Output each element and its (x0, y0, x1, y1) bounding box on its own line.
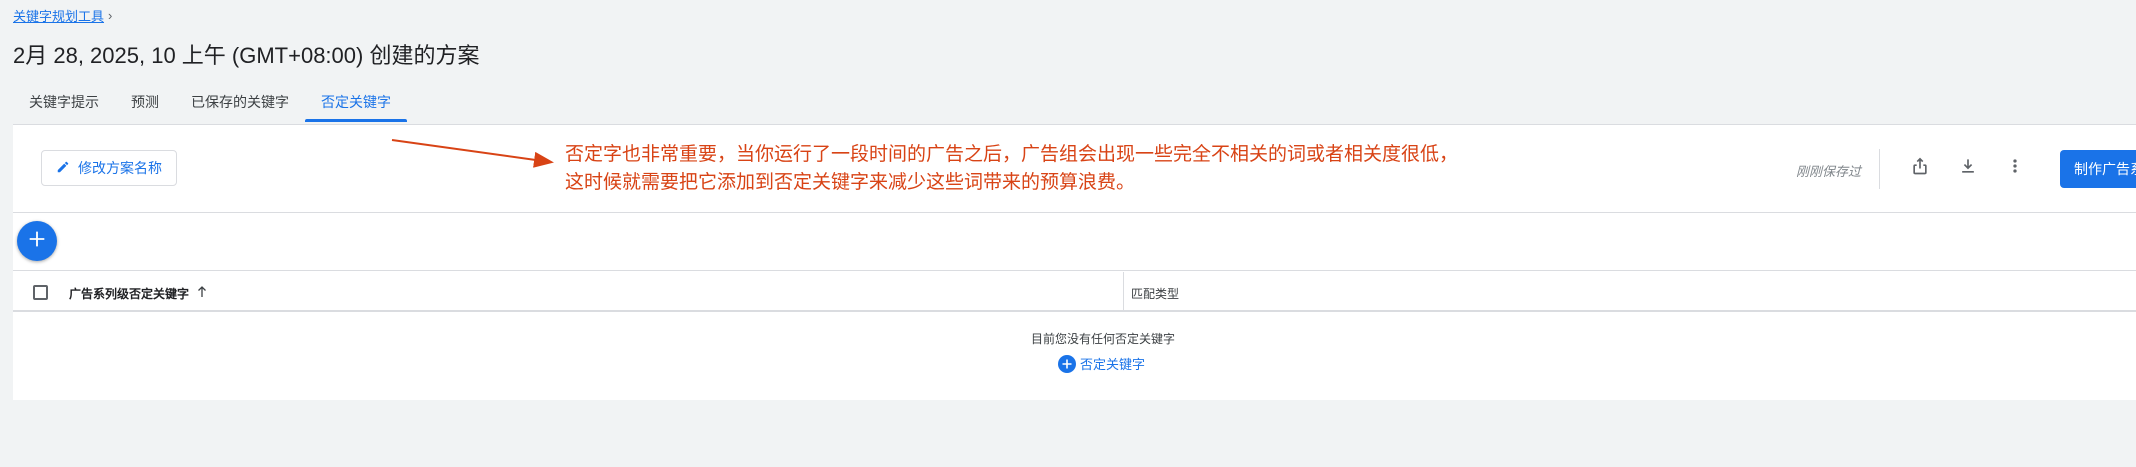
more-vert-icon (2005, 156, 2025, 181)
table-header: 广告系列级否定关键字 匹配类型 (13, 272, 2136, 312)
annotation-arrow-icon (391, 139, 554, 168)
column-header-match-type[interactable]: 匹配类型 (1131, 285, 1179, 302)
download-button[interactable] (1951, 151, 1985, 185)
create-campaign-button[interactable]: 制作广告系 (2060, 150, 2136, 188)
annotation-line-1: 否定字也非常重要，当你运行了一段时间的广告之后，广告组会出现一些完全不相关的词或… (565, 143, 1459, 165)
arrow-up-icon (197, 286, 207, 301)
tab-bar: 关键字提示 预测 已保存的关键字 否定关键字 (13, 86, 407, 122)
tab-saved-keywords[interactable]: 已保存的关键字 (175, 86, 305, 122)
annotation-line-2: 这时候就需要把它添加到否定关键字来减少这些词带来的预算浪费。 (565, 171, 1136, 193)
empty-state-message: 目前您没有任何否定关键字 (1031, 332, 1176, 346)
download-icon (1958, 156, 1978, 181)
annotation-note: 否定字也非常重要，当你运行了一段时间的广告之后，广告组会出现一些完全不相关的词或… (565, 140, 1458, 196)
add-area (13, 213, 2136, 271)
chevron-right-icon: › (108, 8, 113, 23)
tab-negative-keywords[interactable]: 否定关键字 (305, 86, 407, 122)
breadcrumb: 关键字规划工具 › (13, 6, 112, 25)
column-divider (1123, 272, 1124, 312)
column-label: 广告系列级否定关键字 (69, 287, 190, 301)
empty-add-label: 否定关键字 (1080, 357, 1146, 372)
pencil-icon (56, 160, 70, 177)
tab-keyword-ideas[interactable]: 关键字提示 (13, 86, 115, 122)
column-header-negative-keywords[interactable]: 广告系列级否定关键字 (69, 285, 207, 302)
tab-forecast[interactable]: 预测 (115, 86, 175, 122)
page-title: 2月 28, 2025, 10 上午 (GMT+08:00) 创建的方案 (13, 43, 480, 68)
save-status-text: 刚刚保存过 (1796, 164, 1862, 179)
select-all-checkbox[interactable] (33, 285, 48, 300)
add-circle-icon (1058, 354, 1076, 373)
more-options-button[interactable] (1998, 151, 2032, 185)
empty-add-negative-keyword-button[interactable]: 否定关键字 (1058, 354, 1145, 373)
rename-plan-label: 修改方案名称 (78, 160, 162, 176)
share-icon (1910, 156, 1930, 181)
breadcrumb-keyword-planner-link[interactable]: 关键字规划工具 (13, 6, 104, 25)
add-negative-keyword-fab[interactable] (17, 221, 57, 261)
share-button[interactable] (1903, 151, 1937, 185)
toolbar-divider (1879, 149, 1880, 189)
rename-plan-button[interactable]: 修改方案名称 (41, 150, 177, 186)
plus-icon (26, 228, 48, 255)
page-header: 关键字规划工具 › 2月 28, 2025, 10 上午 (GMT+08:00)… (0, 0, 2136, 124)
